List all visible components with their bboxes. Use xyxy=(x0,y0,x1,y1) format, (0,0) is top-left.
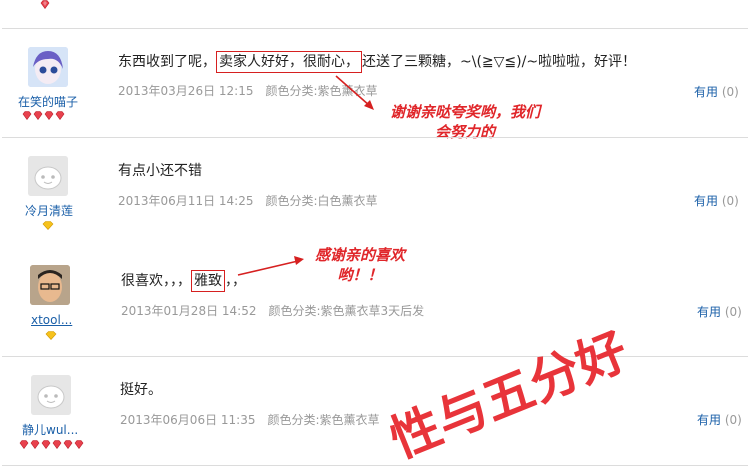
red-arrow-icon xyxy=(237,256,304,276)
ruby-badge-icon xyxy=(55,111,65,120)
seller-reply-note: 感谢亲的喜欢 哟！！ xyxy=(314,246,405,284)
highlighted-phrase: 雅致 xyxy=(191,270,225,292)
yellow-diamond-icon xyxy=(42,221,54,230)
seller-reply-note: 谢谢亲哒夸奖哟，我们 会努力的 xyxy=(389,103,540,141)
ruby-badge-icon xyxy=(52,440,62,449)
user-level-badges xyxy=(19,440,84,449)
review-text: 东西收到了呢， 卖家人好好，很耐心， 还送了三颗糖，~\(≧▽≦)/~啦啦啦，好评！ xyxy=(118,51,636,73)
review-meta: 2013年01月28日 14:52 颜色分类:紫色薰衣草3天后发 xyxy=(121,302,436,319)
avatar[interactable] xyxy=(31,375,71,415)
row-divider xyxy=(2,356,748,357)
ruby-badge-icon xyxy=(44,111,54,120)
red-arrow-icon xyxy=(335,75,374,110)
ruby-badge-icon xyxy=(74,440,84,449)
review-attribute: 颜色分类:白色薰衣草 xyxy=(265,194,378,208)
avatar[interactable] xyxy=(30,265,70,305)
review-date: 2013年06月11日 14:25 xyxy=(118,194,254,208)
review-text: 挺好。 xyxy=(120,382,162,398)
review-date: 2013年01月28日 14:52 xyxy=(121,304,257,318)
review-date: 2013年03月26日 12:15 xyxy=(118,84,254,98)
row-divider xyxy=(2,137,748,138)
ruby-badge-icon xyxy=(63,440,73,449)
ruby-badge-icon xyxy=(40,0,50,9)
watermark-stamp: 性与五分好 xyxy=(381,320,636,470)
row-divider xyxy=(2,465,748,466)
ruby-badge-icon xyxy=(22,111,32,120)
review-date: 2013年06月06日 11:35 xyxy=(120,413,256,427)
ruby-badge-icon xyxy=(41,440,51,449)
review-meta: 2013年06月11日 14:25 颜色分类:白色薰衣草 xyxy=(118,192,390,209)
default-avatar-icon xyxy=(31,375,71,415)
username[interactable]: 静儿wul... xyxy=(22,421,78,438)
review-text: 很喜欢，，， 雅致，， xyxy=(121,270,246,292)
avatar[interactable] xyxy=(28,156,68,196)
user-level-badges xyxy=(40,0,50,9)
review-meta: 2013年06月06日 11:35 颜色分类:紫色薰衣草 xyxy=(120,411,392,428)
avatar[interactable] xyxy=(28,47,68,87)
ruby-badge-icon xyxy=(33,111,43,120)
review-attribute: 颜色分类:紫色薰衣草 xyxy=(267,413,380,427)
user-level-badges xyxy=(42,221,54,230)
review-attribute: 颜色分类:紫色薰衣草3天后发 xyxy=(268,304,425,318)
username[interactable]: 冷月清莲 xyxy=(25,202,73,219)
useful-button[interactable]: 有用 (0) xyxy=(697,303,742,320)
useful-button[interactable]: 有用 (0) xyxy=(694,192,739,209)
username[interactable]: xtool... xyxy=(31,313,72,327)
ruby-badge-icon xyxy=(30,440,40,449)
user-photo-icon xyxy=(30,265,70,305)
user-level-badges xyxy=(45,331,57,340)
default-avatar-icon xyxy=(28,156,68,196)
ruby-badge-icon xyxy=(19,440,29,449)
yellow-diamond-icon xyxy=(45,331,57,340)
user-photo-icon xyxy=(28,47,68,87)
useful-button[interactable]: 有用 (0) xyxy=(694,83,739,100)
row-divider xyxy=(2,28,748,29)
user-level-badges xyxy=(22,111,65,120)
useful-button[interactable]: 有用 (0) xyxy=(697,411,742,428)
review-text: 有点小还不错 xyxy=(118,163,202,179)
username[interactable]: 在笑的喵子 xyxy=(18,93,78,110)
